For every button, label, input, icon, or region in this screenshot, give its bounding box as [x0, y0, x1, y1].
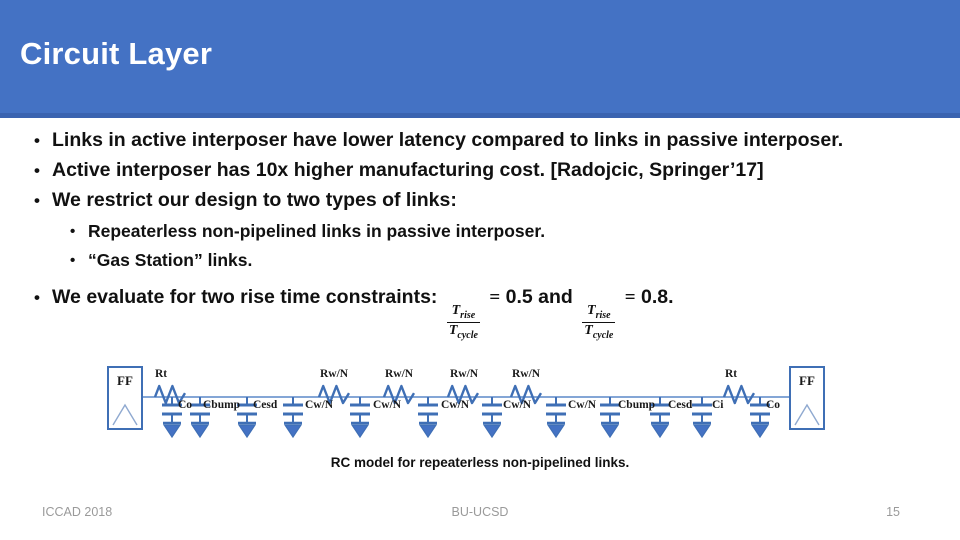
left-flip-flop-label: FF [117, 373, 133, 388]
rise-time-fraction-2: Trise Tcycle [582, 303, 616, 342]
capacitor-label-4: Cw/N [305, 399, 334, 411]
rise-time-lead-text: We evaluate for two rise time constraint… [52, 286, 438, 308]
capacitor-5-ground-symbol [350, 424, 370, 439]
capacitor-label-6: Cw/N [441, 399, 470, 411]
capacitor-3-ground-symbol [237, 424, 257, 439]
bullet-list-level1: Links in active interposer have lower la… [0, 126, 960, 342]
equals-sign-1: = [489, 287, 501, 308]
right-flip-flop-label: FF [799, 373, 815, 388]
capacitor-label-11: Ci [712, 399, 724, 411]
capacitor-label-12: Co [766, 399, 780, 411]
footer-page-number: 15 [886, 505, 900, 519]
fraction-2-denominator-sub: cycle [592, 330, 614, 342]
resistor-label-2: Rw/N [320, 368, 349, 380]
fraction-2-numerator: Trise [587, 303, 611, 321]
capacitor-7-ground-symbol [482, 424, 502, 439]
capacitor-label-7: Cw/N [503, 399, 532, 411]
bullet-text-1: Links in active interposer have lower la… [52, 129, 844, 151]
slide-footer: ICCAD 2018 BU-UCSD 15 [0, 505, 960, 531]
footer-affiliation: BU-UCSD [451, 505, 509, 519]
capacitor-11-ground-symbol [692, 424, 712, 439]
rise-time-value-1: 0.5 [505, 286, 533, 308]
fraction-2-numerator-sub: rise [595, 309, 611, 321]
bullet-item-2: Active interposer has 10x higher manufac… [0, 156, 960, 185]
diagram-caption: RC model for repeaterless non-pipelined … [330, 455, 630, 470]
fraction-2-denominator: Tcycle [582, 322, 616, 342]
capacitor-6-ground-symbol [418, 424, 438, 439]
bullet-item-4: We evaluate for two rise time constraint… [0, 283, 960, 342]
resistor-label-3: Rw/N [385, 368, 414, 380]
equals-sign-2: = [624, 287, 636, 308]
capacitor-12-ground-symbol [750, 424, 770, 439]
capacitor-label-9: Cbump [618, 399, 655, 411]
sub-bullet-text-1: Repeaterless non-pipelined links in pass… [88, 221, 546, 241]
capacitor-9-ground-symbol [600, 424, 620, 439]
capacitor-4-ground-symbol [283, 424, 303, 439]
rise-time-fraction-1: Trise Tcycle [446, 303, 480, 342]
capacitor-1-ground-symbol [162, 424, 182, 439]
capacitor-label-2: Cbump [203, 399, 240, 411]
circuit-schematic-svg: FF FF Rt Rw/N Rw/N Rw/N Rw/N Rt Co Cbump Cesd Cw/N C… [107, 366, 825, 439]
page-title: Circuit Layer [20, 36, 213, 71]
fraction-1-numerator-sub: rise [460, 309, 476, 321]
capacitor-10-ground-symbol [650, 424, 670, 439]
resistor-label-4: Rw/N [450, 368, 479, 380]
sub-bullet-item-2: “Gas Station” links. [52, 246, 960, 275]
capacitor-label-10: Cesd [668, 399, 693, 411]
conjunction-and: and [538, 286, 573, 308]
resistor-label-1: Rt [155, 368, 167, 380]
sub-bullet-item-1: Repeaterless non-pipelined links in pass… [52, 217, 960, 246]
resistor-label-5: Rw/N [512, 368, 541, 380]
capacitor-label-8: Cw/N [568, 399, 597, 411]
slide-content: Links in active interposer have lower la… [0, 126, 960, 343]
bullet-text-2: Active interposer has 10x higher manufac… [52, 159, 764, 181]
fraction-1-denominator: Tcycle [446, 322, 480, 342]
fraction-1-denominator-sub: cycle [457, 330, 478, 342]
capacitor-8-ground-symbol [546, 424, 566, 439]
resistor-6 [722, 384, 756, 405]
resistor-label-6: Rt [725, 368, 737, 380]
sub-bullet-text-2: “Gas Station” links. [88, 250, 253, 270]
bullet-item-1: Links in active interposer have lower la… [0, 126, 960, 155]
capacitor-label-3: Cesd [253, 399, 278, 411]
capacitor-label-1: Co [178, 399, 192, 411]
rc-circuit-diagram: FF FF Rt Rw/N Rw/N Rw/N Rw/N Rt Co Cbump Cesd Cw/N C… [0, 355, 960, 455]
bullet-text-3: We restrict our design to two types of l… [52, 189, 457, 211]
bullet-list-level2: Repeaterless non-pipelined links in pass… [52, 217, 960, 275]
capacitor-label-5: Cw/N [373, 399, 402, 411]
rise-time-value-2: 0.8. [641, 286, 674, 308]
capacitor-2-ground-symbol [190, 424, 210, 439]
header-accent-rule [0, 113, 960, 118]
circuit-root-group: FF FF Rt Rw/N Rw/N Rw/N Rw/N Rt Co Cbump Cesd Cw/N C… [107, 366, 825, 439]
fraction-1-numerator: Trise [451, 303, 476, 321]
bullet-item-3: We restrict our design to two types of l… [0, 186, 960, 275]
